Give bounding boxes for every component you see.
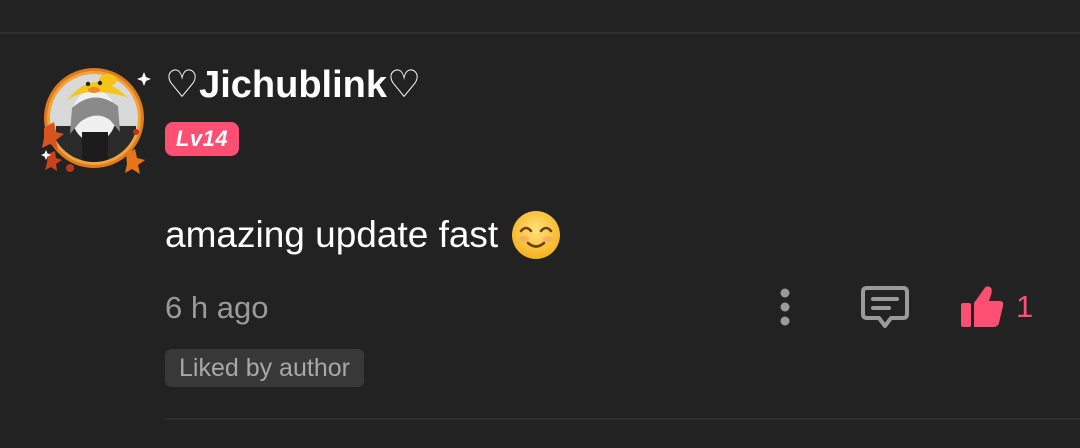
vertical-dots-icon bbox=[780, 288, 790, 326]
liked-by-author-badge: Liked by author bbox=[165, 349, 364, 387]
level-badge: Lv14 bbox=[165, 122, 239, 156]
bottom-divider bbox=[165, 418, 1080, 420]
comment-icon bbox=[861, 286, 909, 328]
avatar-image bbox=[41, 68, 151, 174]
username[interactable]: ♡Jichublink♡ bbox=[165, 62, 421, 108]
top-divider bbox=[0, 32, 1080, 34]
comment-body: amazing update fast bbox=[165, 206, 562, 264]
like-button[interactable]: 1 bbox=[958, 282, 1033, 332]
like-count: 1 bbox=[1016, 289, 1034, 324]
comment-text: amazing update fast bbox=[165, 214, 499, 255]
thumbs-up-icon bbox=[961, 286, 1004, 327]
smiling-face-emoji-icon bbox=[512, 211, 561, 259]
reply-button[interactable] bbox=[860, 284, 910, 330]
comment-card: ♡Jichublink♡ Lv14 amazing update fast 6 … bbox=[0, 0, 1080, 448]
level-label: Lv14 bbox=[175, 126, 229, 151]
avatar[interactable] bbox=[36, 58, 152, 174]
more-options-button[interactable] bbox=[768, 285, 802, 329]
timestamp: 6 h ago bbox=[165, 290, 269, 325]
